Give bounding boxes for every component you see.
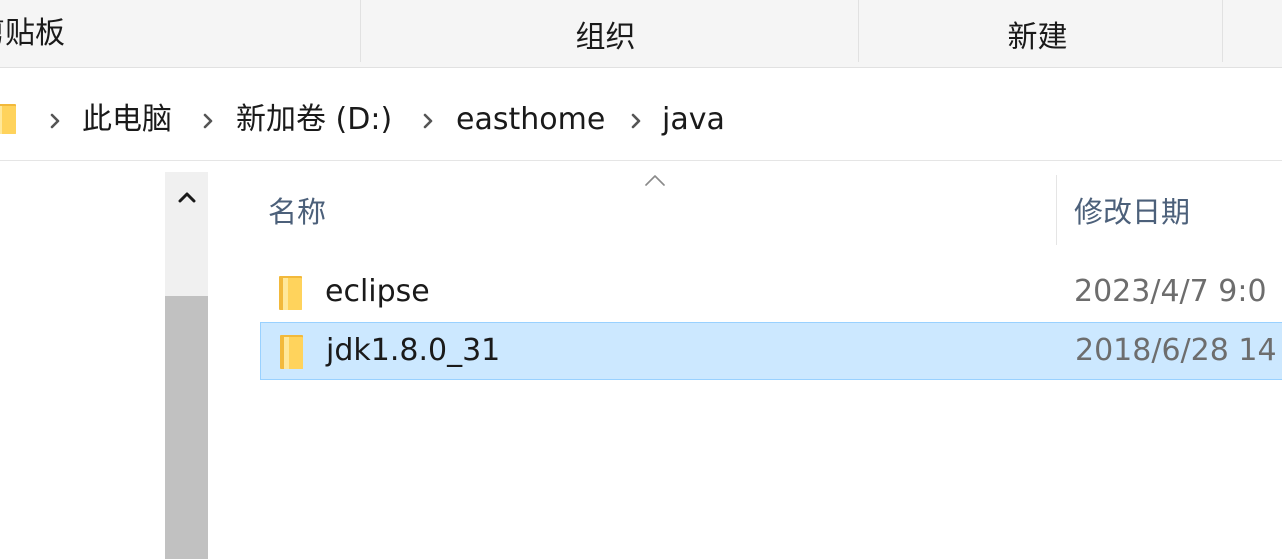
- chevron-right-icon[interactable]: [202, 113, 214, 129]
- ribbon-group-labels: 剪贴板 组织 新建: [0, 0, 1282, 68]
- sort-ascending-icon: [645, 175, 665, 186]
- scroll-up-button[interactable]: [165, 172, 208, 222]
- column-header-date-modified[interactable]: 修改日期: [1074, 192, 1190, 232]
- file-row[interactable]: eclipse 2023/4/7 9:0: [260, 264, 1282, 322]
- breadcrumb-easthome[interactable]: easthome: [456, 100, 605, 140]
- chevron-right-icon[interactable]: [630, 113, 642, 129]
- breadcrumb-this-pc[interactable]: 此电脑: [82, 100, 172, 140]
- address-bar[interactable]: 此电脑 新加卷 (D:) easthome java: [0, 68, 1282, 161]
- file-row[interactable]: jdk1.8.0_31 2018/6/28 14: [260, 322, 1282, 380]
- ribbon-group-clipboard: 剪贴板: [0, 0, 360, 67]
- column-resize-handle[interactable]: [1056, 175, 1057, 245]
- ribbon-group-new: 新建: [859, 0, 1222, 67]
- breadcrumb-volume-d[interactable]: 新加卷 (D:): [236, 100, 392, 140]
- scroll-thumb[interactable]: [165, 296, 208, 559]
- ribbon-group-label: 新建: [1007, 19, 1068, 55]
- file-date-modified: 2018/6/28 14: [1075, 333, 1277, 368]
- breadcrumb-java[interactable]: java: [662, 100, 725, 140]
- ribbon-group-organize: 组织: [361, 0, 858, 67]
- column-header-name[interactable]: 名称: [268, 192, 326, 232]
- folder-icon: [280, 335, 303, 369]
- file-name: jdk1.8.0_31: [326, 333, 501, 368]
- chevron-right-icon[interactable]: [422, 113, 434, 129]
- file-name: eclipse: [325, 274, 430, 309]
- chevron-right-icon[interactable]: [49, 113, 61, 129]
- folder-icon: [0, 104, 16, 134]
- ribbon-group-label: 组织: [575, 19, 636, 55]
- file-date-modified: 2023/4/7 9:0: [1074, 274, 1267, 309]
- nav-pane-scrollbar[interactable]: [165, 172, 208, 559]
- ribbon-divider: [1222, 0, 1223, 62]
- ribbon-group-label: 剪贴板: [0, 16, 65, 51]
- chevron-up-icon: [178, 192, 195, 203]
- folder-icon: [279, 276, 302, 310]
